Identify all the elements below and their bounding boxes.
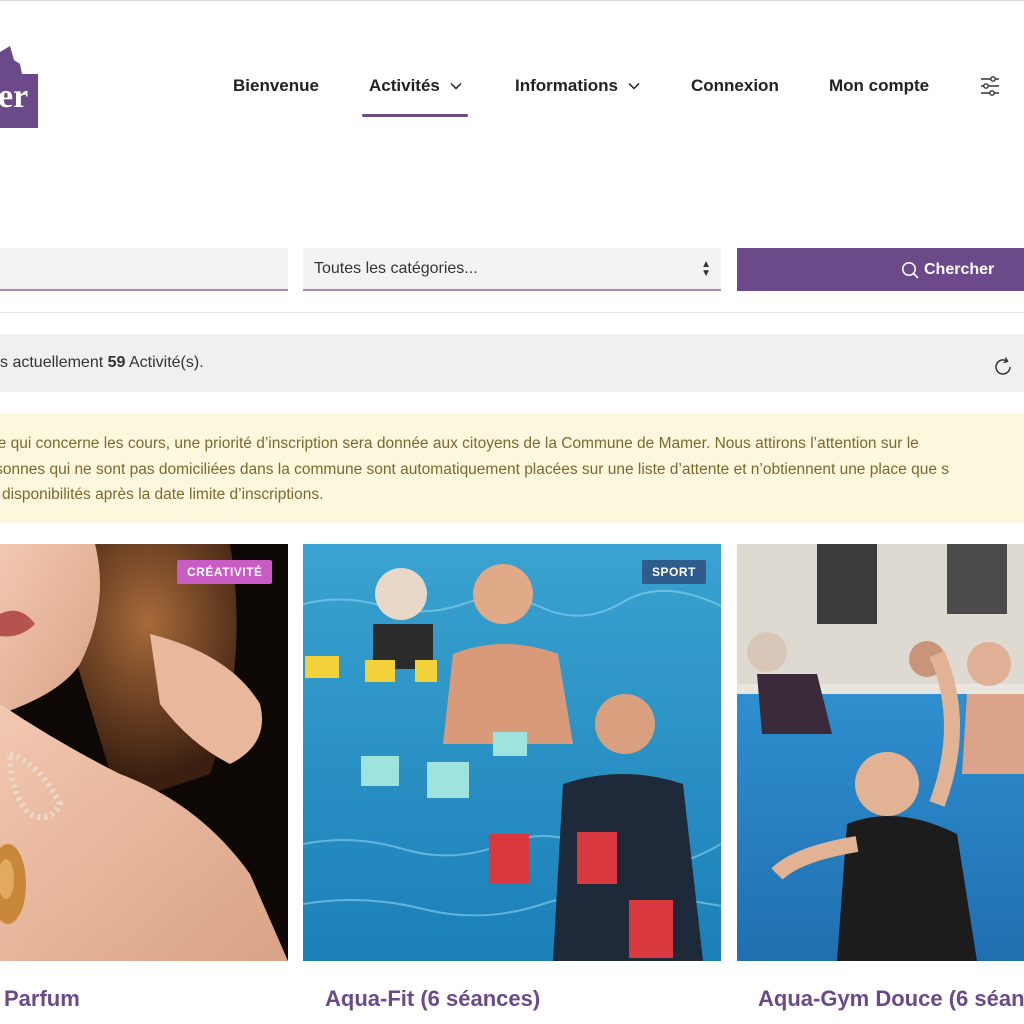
nav-bienvenue[interactable]: Bienvenue: [233, 76, 319, 96]
nav-informations[interactable]: Informations: [515, 76, 640, 96]
nav-label: Bienvenue: [233, 76, 319, 95]
nav-label: Activités: [369, 76, 440, 95]
search-button[interactable]: Chercher: [737, 248, 1024, 291]
registration-notice: ce qui concerne les cours, une priorité …: [0, 414, 1024, 522]
activity-card-title[interactable]: Parfum: [4, 986, 80, 1012]
activity-card-image[interactable]: CRÉATIVITÉ: [0, 544, 288, 961]
count-prefix: s actuellement: [0, 354, 108, 371]
activity-card-title[interactable]: Aqua-Fit (6 séances): [325, 986, 540, 1012]
refresh-icon[interactable]: [991, 355, 1015, 379]
category-badge: CRÉATIVITÉ: [177, 560, 273, 584]
nav-active-indicator: [362, 114, 468, 117]
category-select[interactable]: Toutes les catégories... ▲ ▼: [303, 248, 721, 291]
aqua-gym-photo: [737, 544, 1024, 961]
nav-label: Informations: [515, 76, 618, 95]
nav-label: Mon compte: [829, 76, 930, 95]
search-button-label: Chercher: [924, 260, 995, 278]
select-arrows-icon: ▲ ▼: [701, 259, 711, 279]
notice-line: s disponibilités après la date limite d’…: [0, 486, 324, 503]
activity-card-image[interactable]: [737, 544, 1024, 961]
settings-sliders-icon[interactable]: [979, 75, 1001, 97]
notice-line: ce qui concerne les cours, une priorité …: [0, 435, 919, 452]
keyword-search-input[interactable]: [0, 248, 288, 291]
results-count-bar: s actuellement 59 Activité(s).: [0, 334, 1024, 392]
aqua-fit-photo: [303, 544, 721, 961]
category-select-value: Toutes les catégories...: [314, 259, 478, 277]
nav-label: Connexion: [691, 76, 779, 95]
perfume-photo: [0, 544, 288, 961]
count-suffix: Activité(s).: [125, 354, 204, 371]
nav-mon-compte[interactable]: Mon compte: [829, 76, 929, 96]
chevron-down-icon: [628, 82, 640, 90]
category-badge: SPORT: [642, 560, 706, 584]
search-icon: [902, 261, 919, 279]
notice-line: rsonnes qui ne sont pas domiciliées dans…: [0, 460, 950, 478]
activity-card-image[interactable]: SPORT: [303, 544, 721, 961]
section-divider: [0, 312, 1024, 313]
nav-activites[interactable]: Activités: [369, 76, 462, 96]
nav-connexion[interactable]: Connexion: [691, 76, 779, 96]
chevron-down-icon: [450, 82, 462, 90]
count-number: 59: [107, 354, 126, 371]
main-nav: Bienvenue Activités Informations Connexi…: [0, 70, 1024, 118]
header-top-border: [0, 0, 1024, 1]
activity-card-title[interactable]: Aqua-Gym Douce (6 séan: [758, 986, 1024, 1012]
